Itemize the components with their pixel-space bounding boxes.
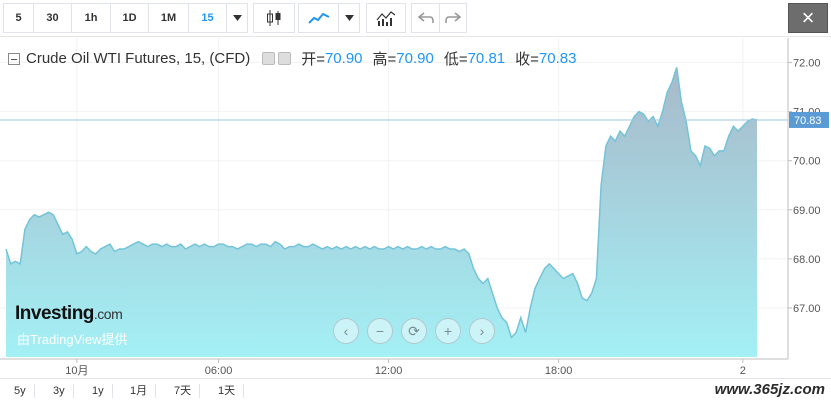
x-tick-label: 12:00 (375, 365, 403, 377)
zoom-in-button[interactable]: + (435, 318, 461, 344)
scroll-right-button[interactable]: › (469, 318, 495, 344)
x-tick-label: 2 (740, 365, 746, 377)
site-watermark: www.365jz.com (714, 381, 825, 398)
brand-suffix: .com (93, 306, 123, 322)
close-label: 收= (515, 51, 539, 68)
low-label: 低= (443, 51, 468, 68)
y-tick-label: 72.00 (793, 58, 821, 70)
high-label: 高= (372, 51, 397, 68)
plus-icon: + (443, 323, 453, 339)
symbol-title: Crude Oil WTI Futures, 15, (CFD) (26, 50, 251, 67)
chevron-right-icon: › (479, 323, 485, 339)
range-1y-button[interactable]: 1y (84, 384, 113, 398)
x-tick-label: 10月 (65, 365, 88, 377)
y-tick-label: 67.00 (793, 303, 821, 315)
y-tick-label: 68.00 (793, 254, 821, 266)
x-axis: 10月06:0012:0018:00206:00 (65, 359, 746, 377)
range-7d-button[interactable]: 7天 (166, 384, 201, 398)
provider-text: 由TradingView提供 (17, 332, 128, 347)
high-value: 70.90 (396, 50, 434, 67)
y-tick-label: 69.00 (793, 205, 821, 217)
y-tick-label: 70.00 (793, 156, 821, 168)
open-value: 70.90 (324, 50, 363, 67)
zoom-out-button[interactable]: − (367, 318, 393, 344)
range-5y-button[interactable]: 5y (6, 384, 35, 398)
y-axis: 72.0071.0070.0069.0068.0067.00 (788, 58, 821, 315)
last-price-tag: 70.83 (789, 111, 829, 128)
reset-button[interactable]: ⟳ (401, 318, 427, 344)
range-3y-button[interactable]: 3y (45, 384, 74, 398)
close-value: 70.83 (538, 50, 577, 67)
low-value: 70.81 (467, 50, 506, 67)
x-tick-label: 06:00 (205, 365, 233, 377)
scroll-left-button[interactable]: ‹ (333, 318, 359, 344)
range-1d-button[interactable]: 1天 (210, 384, 245, 398)
investing-logo: Investing.com (15, 303, 123, 325)
brand-name: Investing (15, 303, 94, 324)
chart-legend: Crude Oil WTI Futures, 15, (CFD) 开= 70.90… (8, 48, 576, 69)
x-tick-label: 18:00 (545, 365, 573, 377)
range-bar: 5y 3y 1y 1月 7天 1天 (0, 378, 831, 404)
settings-icon[interactable] (278, 52, 292, 65)
chevron-left-icon: ‹ (343, 323, 349, 339)
last-price-tag-label: 70.83 (794, 115, 822, 127)
open-label: 开= (301, 51, 325, 68)
reset-icon: ⟳ (408, 322, 420, 339)
range-1m-button[interactable]: 1月 (122, 384, 157, 398)
visibility-icon[interactable] (262, 52, 276, 65)
minus-icon: − (375, 323, 385, 339)
collapse-legend-icon[interactable] (8, 52, 20, 65)
